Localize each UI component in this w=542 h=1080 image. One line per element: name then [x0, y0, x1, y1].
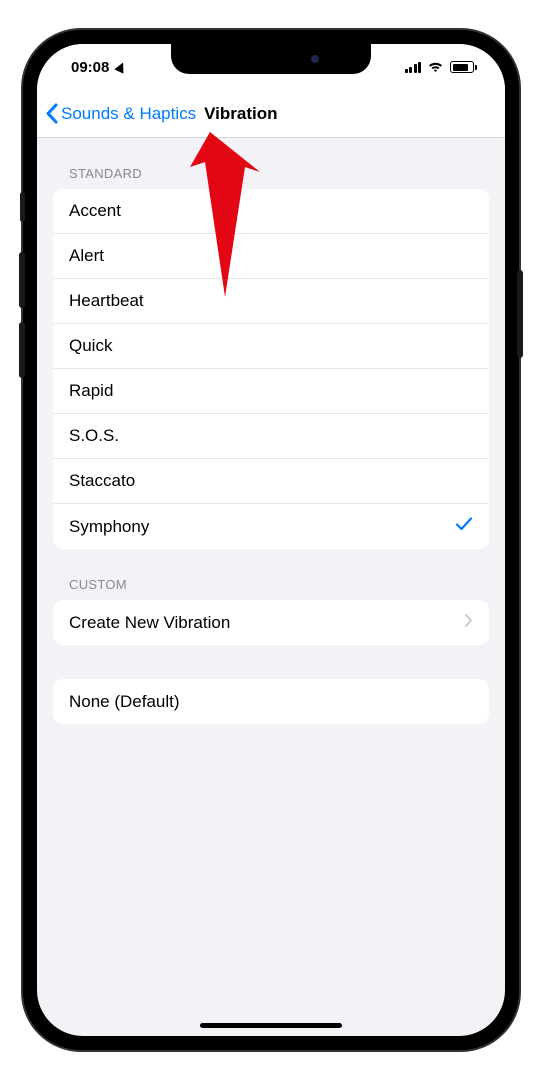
battery-icon — [450, 61, 477, 73]
row-label: None (Default) — [69, 692, 180, 712]
row-label: S.O.S. — [69, 426, 119, 446]
back-button[interactable]: Sounds & Haptics — [45, 103, 196, 124]
row-label: Rapid — [69, 381, 113, 401]
create-new-vibration[interactable]: Create New Vibration — [53, 600, 489, 645]
vibration-option-sos[interactable]: S.O.S. — [53, 414, 489, 459]
section-header-custom: CUSTOM — [37, 549, 505, 600]
page-title: Vibration — [204, 104, 277, 124]
group-custom: Create New Vibration — [53, 600, 489, 645]
row-label: Quick — [69, 336, 112, 356]
chevron-right-icon — [464, 613, 473, 633]
nav-bar: Sounds & Haptics Vibration — [37, 90, 505, 138]
wifi-icon — [427, 61, 444, 73]
vibration-option-symphony[interactable]: Symphony — [53, 504, 489, 549]
group-none: None (Default) — [53, 679, 489, 724]
vibration-option-quick[interactable]: Quick — [53, 324, 489, 369]
content[interactable]: STANDARD Accent Alert Heartbeat Quick Ra… — [37, 138, 505, 1036]
vibration-option-accent[interactable]: Accent — [53, 189, 489, 234]
row-label: Alert — [69, 246, 104, 266]
status-time: 09:08 — [71, 59, 109, 76]
volume-up-button[interactable] — [19, 252, 25, 308]
location-icon — [115, 60, 128, 73]
row-label: Heartbeat — [69, 291, 144, 311]
section-header-standard: STANDARD — [37, 138, 505, 189]
notch — [171, 44, 371, 74]
vibration-option-rapid[interactable]: Rapid — [53, 369, 489, 414]
screen: 09:08 Sounds & Haptics V — [37, 44, 505, 1036]
checkmark-icon — [455, 516, 473, 537]
vibration-option-heartbeat[interactable]: Heartbeat — [53, 279, 489, 324]
row-label: Staccato — [69, 471, 135, 491]
cellular-signal-icon — [405, 62, 422, 73]
row-label: Create New Vibration — [69, 613, 230, 633]
vibration-option-alert[interactable]: Alert — [53, 234, 489, 279]
vibration-option-staccato[interactable]: Staccato — [53, 459, 489, 504]
vibration-option-none[interactable]: None (Default) — [53, 679, 489, 724]
mute-switch[interactable] — [20, 192, 25, 222]
back-label: Sounds & Haptics — [61, 104, 196, 124]
group-standard: Accent Alert Heartbeat Quick Rapid S.O.S… — [53, 189, 489, 549]
power-button[interactable] — [517, 270, 523, 358]
volume-down-button[interactable] — [19, 322, 25, 378]
row-label: Accent — [69, 201, 121, 221]
home-indicator[interactable] — [200, 1023, 342, 1028]
row-label: Symphony — [69, 517, 149, 537]
phone-frame: 09:08 Sounds & Haptics V — [23, 30, 519, 1050]
